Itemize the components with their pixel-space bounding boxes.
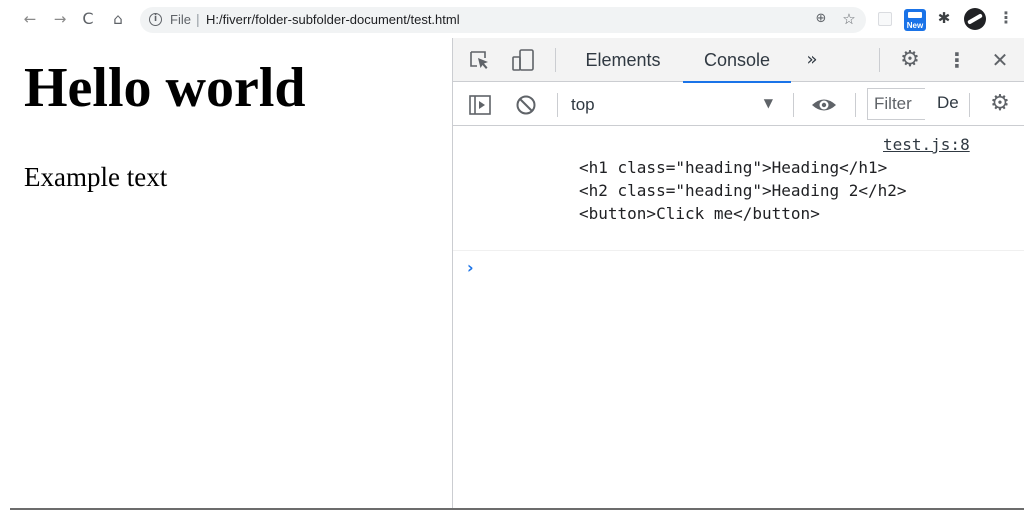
- scheme-label: File: [170, 12, 191, 27]
- browser-toolbar: ← → C ⌂ i File | H:/fiverr/folder-subfol…: [0, 0, 1024, 38]
- context-selector[interactable]: top ▼: [571, 89, 783, 119]
- console-output-line[interactable]: <button>Click me</button>: [579, 204, 820, 223]
- extension-new-graphic: [908, 12, 922, 18]
- extension-new-label: New: [906, 21, 924, 30]
- page-paragraph: Example text: [24, 162, 168, 192]
- window-bottom-border: [10, 508, 1024, 510]
- more-tabs-chevron-icon[interactable]: »: [801, 49, 823, 70]
- console-message: test.js:8 <h1 class="heading">Heading</h…: [453, 127, 1024, 251]
- avatar-graphic: [967, 13, 983, 25]
- tab-elements-label: Elements: [585, 50, 661, 70]
- devtools-menu-icon[interactable]: ⋮: [947, 47, 967, 73]
- console-output-line[interactable]: <h1 class="heading">Heading</h1>: [579, 158, 887, 177]
- bookmark-star-icon[interactable]: ☆: [840, 10, 858, 28]
- browser-menu-icon[interactable]: ⋮: [998, 8, 1014, 28]
- context-value: top: [571, 95, 595, 114]
- tab-console[interactable]: Console: [683, 38, 791, 83]
- info-icon[interactable]: i: [149, 13, 162, 26]
- console-input[interactable]: [487, 256, 1007, 280]
- console-output-line[interactable]: <h2 class="heading">Heading 2</h2>: [579, 181, 907, 200]
- tab-elements[interactable]: Elements: [567, 38, 679, 82]
- settings-gear-icon[interactable]: ⚙: [897, 47, 923, 73]
- filter-bar-divider: [793, 93, 794, 117]
- live-expression-eye-icon[interactable]: [811, 94, 837, 116]
- extensions-puzzle-icon[interactable]: ✱: [935, 9, 953, 27]
- extension-new-icon[interactable]: New: [904, 9, 926, 31]
- address-url[interactable]: H:/fiverr/folder-subfolder-document/test…: [206, 12, 460, 27]
- inspect-element-icon[interactable]: [469, 50, 491, 70]
- forward-arrow-icon[interactable]: →: [50, 8, 70, 30]
- address-separator: |: [196, 11, 200, 27]
- filter-bar-divider: [969, 93, 970, 117]
- close-icon[interactable]: ✕: [989, 47, 1011, 73]
- page-heading: Hello world: [24, 57, 306, 119]
- device-toolbar-icon[interactable]: [511, 49, 535, 71]
- devtools-panel: Elements Console » ⚙ ⋮ ✕ top ▼ Filter De…: [452, 38, 1024, 508]
- console-prompt-chevron-icon: ›: [467, 258, 474, 277]
- clear-console-icon[interactable]: [515, 94, 537, 116]
- home-icon[interactable]: ⌂: [108, 8, 128, 30]
- tab-bar-divider: [555, 48, 556, 72]
- log-levels-dropdown[interactable]: Default levels: [937, 93, 959, 113]
- console-sidebar-icon[interactable]: [469, 95, 491, 115]
- zoom-icon[interactable]: ⊕: [812, 11, 830, 26]
- back-arrow-icon[interactable]: ←: [20, 8, 40, 30]
- devtools-tab-bar: Elements Console » ⚙ ⋮ ✕: [453, 38, 1024, 83]
- console-filter-bar: top ▼ Default levels ⚙: [453, 83, 1024, 126]
- filter-bar-divider: [557, 93, 558, 117]
- console-settings-gear-icon[interactable]: ⚙: [987, 91, 1013, 117]
- profile-avatar[interactable]: [964, 8, 986, 30]
- source-link[interactable]: test.js:8: [883, 135, 970, 154]
- reload-icon[interactable]: C: [78, 8, 98, 30]
- filter-input[interactable]: [867, 88, 925, 120]
- tab-bar-divider: [879, 48, 880, 72]
- tab-console-label: Console: [703, 50, 771, 70]
- page-content: Hello world Example text: [0, 38, 452, 508]
- filter-bar-divider: [855, 93, 856, 117]
- address-bar[interactable]: i File | H:/fiverr/folder-subfolder-docu…: [140, 7, 866, 33]
- extension-blank-icon[interactable]: [878, 12, 892, 26]
- dropdown-arrow-icon: ▼: [763, 96, 773, 110]
